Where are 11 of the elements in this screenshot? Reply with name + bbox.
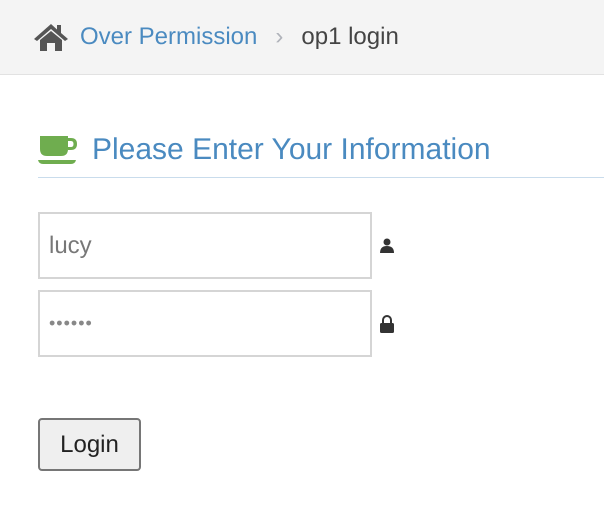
password-field[interactable]: •••••• — [38, 290, 372, 357]
home-icon[interactable] — [33, 22, 69, 52]
breadcrumb-current: op1 login — [301, 22, 399, 52]
form-heading: Please Enter Your Information — [92, 135, 491, 165]
username-field[interactable]: lucy — [38, 212, 372, 279]
coffee-cup-icon — [38, 135, 78, 165]
login-button[interactable]: Login — [38, 418, 141, 471]
breadcrumb-separator: › — [275, 22, 284, 52]
user-icon — [380, 238, 394, 254]
breadcrumb-link[interactable]: Over Permission — [80, 19, 258, 55]
lock-icon — [380, 314, 394, 332]
